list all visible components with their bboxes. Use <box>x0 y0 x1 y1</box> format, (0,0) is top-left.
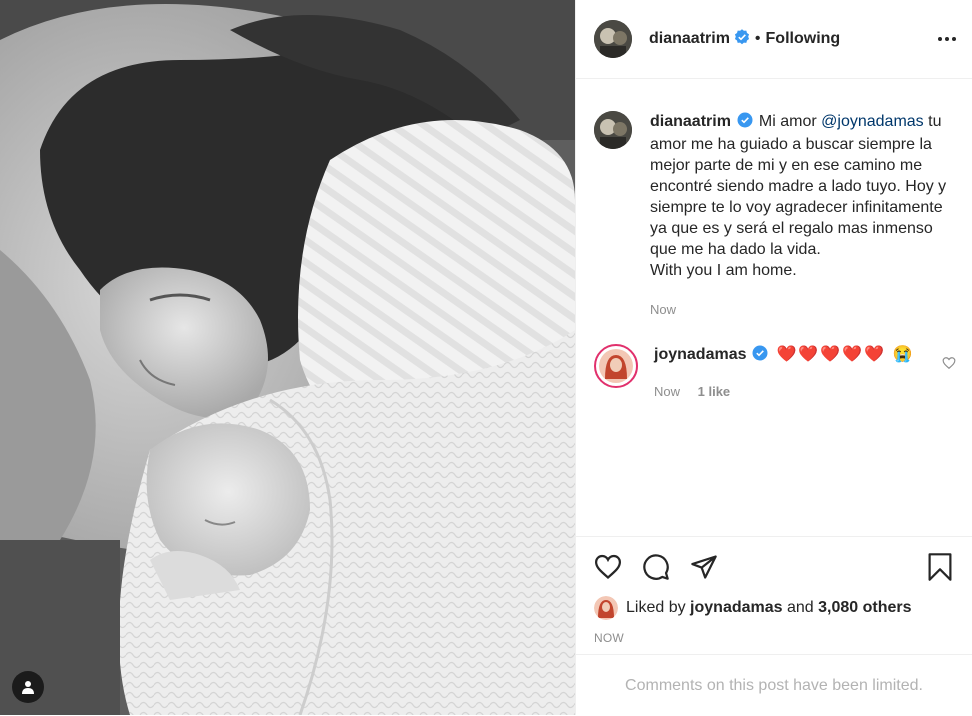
comments-limited-notice: Comments on this post have been limited. <box>576 654 972 716</box>
verified-icon <box>752 345 768 367</box>
comments-section: dianaatrim Mi amor @joynadamas tu amor me… <box>576 79 972 536</box>
caption-mention[interactable]: @joynadamas <box>821 113 924 130</box>
like-button[interactable] <box>592 551 624 583</box>
caption-author-avatar[interactable] <box>594 111 632 149</box>
likes-and: and <box>786 599 814 616</box>
post-photo[interactable] <box>0 0 575 715</box>
more-icon <box>938 37 942 41</box>
tag-user-button[interactable] <box>12 671 44 703</box>
more-options-button[interactable] <box>938 37 956 41</box>
comment-button[interactable] <box>640 551 672 583</box>
likes-prefix: Liked by <box>626 599 686 616</box>
author-avatar[interactable] <box>594 20 632 58</box>
reply-author[interactable]: joynadamas <box>654 346 746 363</box>
following-button[interactable]: Following <box>766 30 841 48</box>
caption-text-start: Mi amor <box>758 113 817 130</box>
share-icon <box>691 555 717 579</box>
author-username[interactable]: dianaatrim <box>649 30 730 48</box>
save-icon <box>928 553 952 581</box>
likes-summary: Liked by joynadamas and 3,080 others <box>576 596 972 620</box>
liker-avatar[interactable] <box>594 596 618 620</box>
reply-text: ❤️❤️❤️❤️❤️ 😭 <box>776 346 915 363</box>
post-image <box>0 0 575 715</box>
user-tag-icon <box>22 681 34 694</box>
reply-author-avatar[interactable] <box>594 344 638 388</box>
heart-icon <box>594 554 622 579</box>
reply-comment: joynadamas ❤️❤️❤️❤️❤️ 😭 Now 1 like <box>576 344 972 402</box>
separator-dot: • <box>754 30 761 47</box>
caption-text: tu amor me ha guiado a buscar siempre la… <box>650 113 947 258</box>
action-buttons <box>576 537 972 597</box>
comment-icon <box>643 554 669 580</box>
likes-user[interactable]: joynadamas <box>690 599 782 617</box>
reply-likes[interactable]: 1 like <box>698 384 731 399</box>
save-button[interactable] <box>924 551 956 583</box>
post-actions-area: Liked by joynadamas and 3,080 others NOW <box>576 536 972 645</box>
like-comment-button[interactable] <box>942 356 956 402</box>
post-timestamp[interactable]: NOW <box>576 631 972 645</box>
share-button[interactable] <box>688 551 720 583</box>
verified-icon <box>734 28 750 50</box>
caption-time[interactable]: Now <box>650 302 676 317</box>
caption-author[interactable]: dianaatrim <box>650 113 731 130</box>
post-header: dianaatrim • Following <box>576 0 972 79</box>
caption-last-line: With you I am home. <box>650 262 797 279</box>
caption-comment: dianaatrim Mi amor @joynadamas tu amor me… <box>576 111 972 320</box>
heart-icon <box>942 357 956 370</box>
verified-icon <box>737 112 753 134</box>
post-panel: dianaatrim • Following dianaatrim Mi amo… <box>575 0 972 715</box>
likes-others[interactable]: 3,080 others <box>818 599 911 617</box>
reply-time[interactable]: Now <box>654 384 680 399</box>
